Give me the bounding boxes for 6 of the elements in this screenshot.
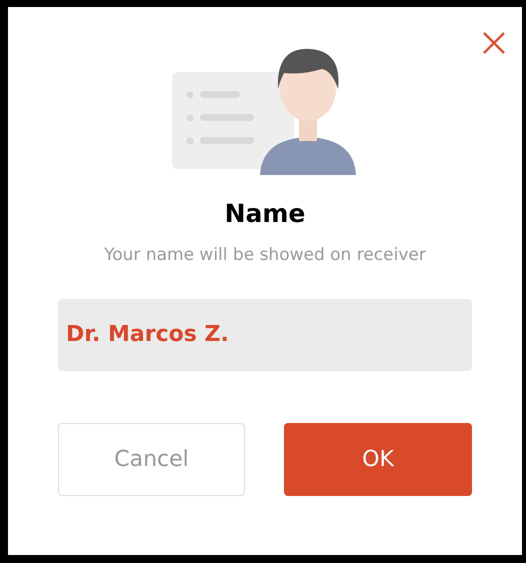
ok-button[interactable]: OK: [284, 422, 472, 496]
cancel-button[interactable]: Cancel: [58, 422, 245, 496]
dialog-title: Name: [224, 199, 306, 229]
name-field[interactable]: Dr. Marcos Z.: [58, 298, 472, 370]
close-icon[interactable]: [482, 31, 506, 55]
dialog-subtitle: Your name will be showed on receiver: [103, 244, 427, 267]
